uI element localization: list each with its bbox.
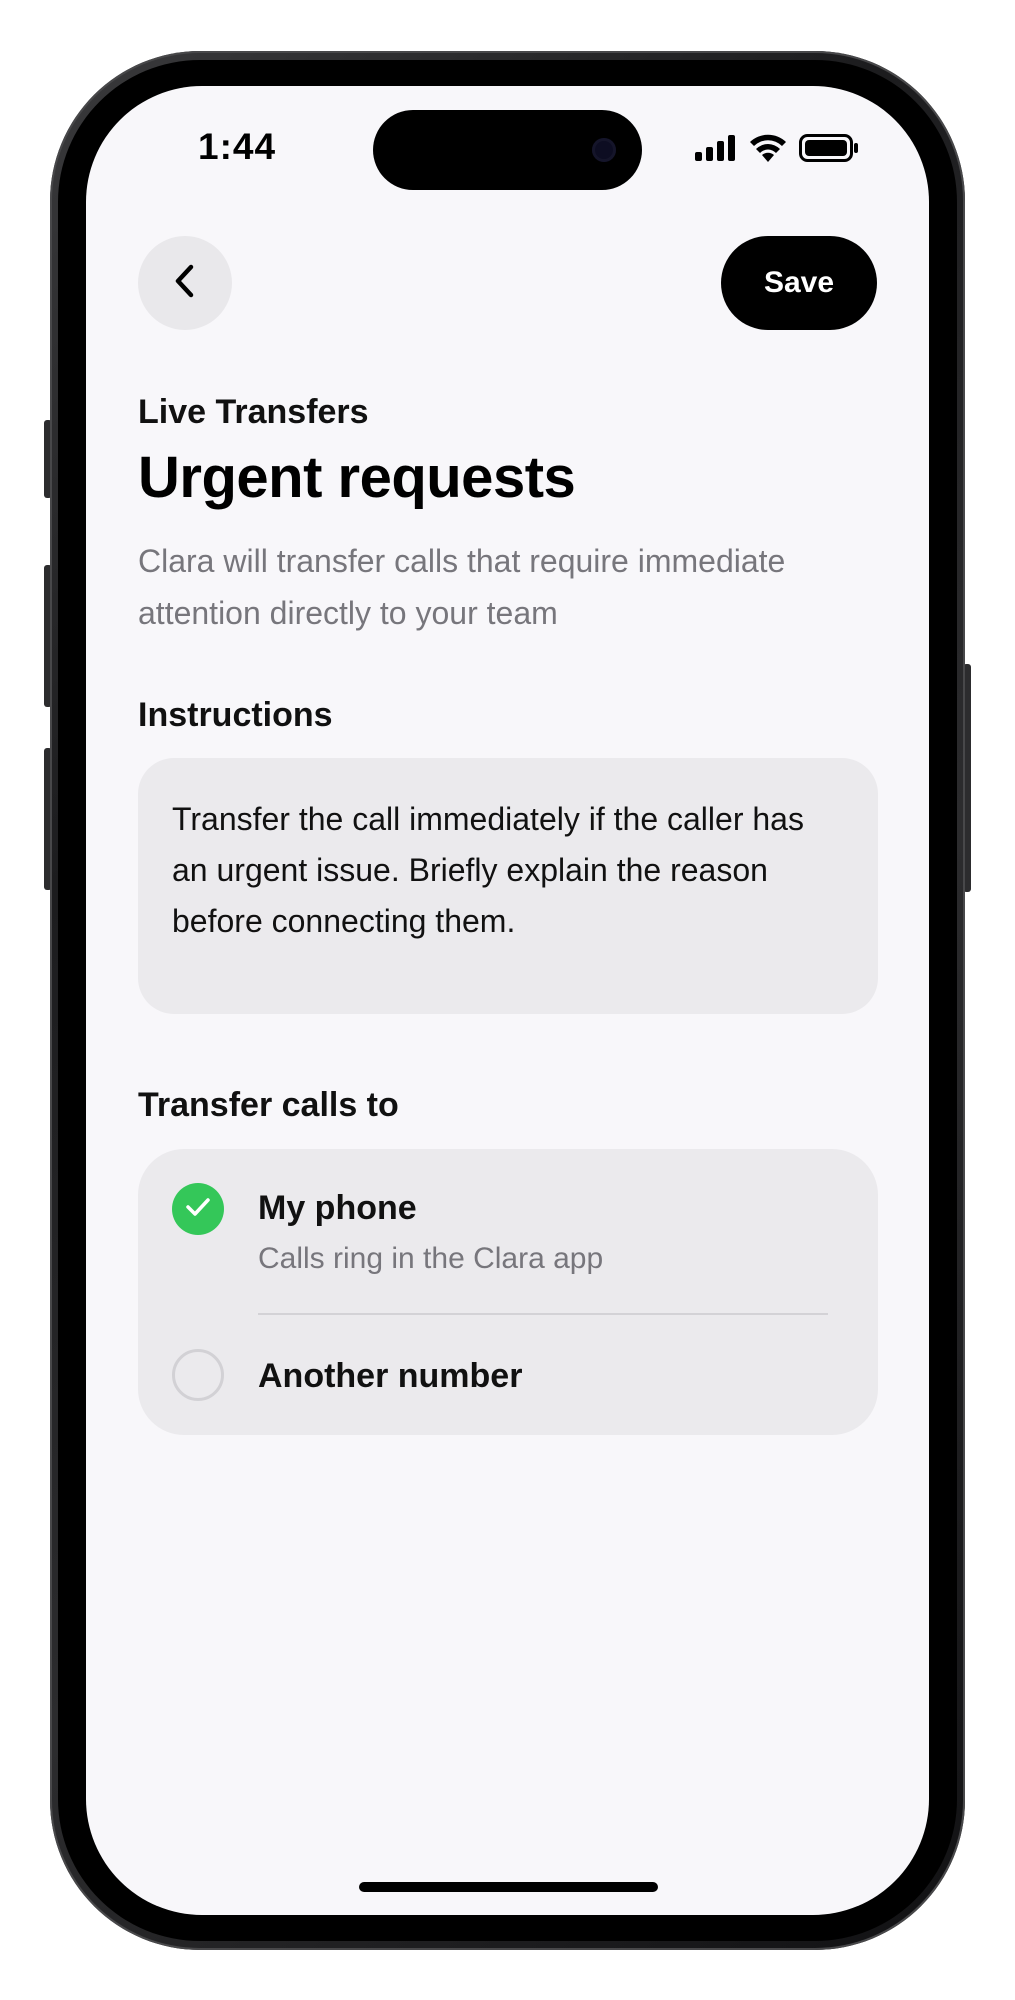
- radio-checked[interactable]: [172, 1183, 224, 1235]
- phone-screen: 1:44 Save Live Transfers Urgent requests…: [86, 86, 929, 1915]
- dynamic-island: [373, 110, 642, 190]
- save-button[interactable]: Save: [721, 236, 877, 330]
- chevron-left-icon: [173, 263, 197, 304]
- option-another-number[interactable]: Another number: [138, 1315, 878, 1435]
- option-my-phone[interactable]: My phone Calls ring in the Clara app: [138, 1149, 878, 1313]
- front-camera: [592, 138, 616, 162]
- instructions-textarea[interactable]: Transfer the call immediately if the cal…: [138, 758, 878, 1014]
- transfer-heading: Transfer calls to: [138, 1086, 399, 1124]
- transfer-options-card: My phone Calls ring in the Clara app Ano…: [138, 1149, 878, 1435]
- page-title: Urgent requests: [138, 445, 576, 510]
- device-stage: 1:44 Save Live Transfers Urgent requests…: [0, 0, 1015, 2000]
- option-title: My phone: [258, 1189, 417, 1227]
- cellular-signal-icon: [695, 135, 737, 166]
- status-icons: [695, 134, 859, 167]
- page-description: Clara will transfer calls that require i…: [138, 543, 786, 631]
- option-title: Another number: [258, 1357, 523, 1395]
- battery-icon: [799, 134, 859, 167]
- home-indicator[interactable]: [359, 1882, 658, 1892]
- checkmark-icon: [184, 1195, 212, 1224]
- status-time: 1:44: [198, 126, 277, 167]
- radio-unchecked[interactable]: [172, 1349, 224, 1401]
- section-eyebrow: Live Transfers: [138, 393, 369, 431]
- back-button[interactable]: [138, 236, 232, 330]
- option-subtitle: Calls ring in the Clara app: [258, 1242, 604, 1275]
- wifi-icon: [749, 134, 787, 167]
- instructions-heading: Instructions: [138, 696, 333, 734]
